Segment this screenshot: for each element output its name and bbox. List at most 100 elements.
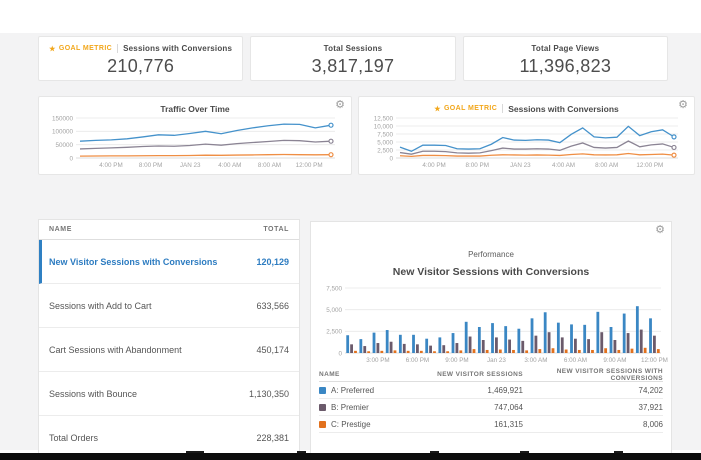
divider bbox=[502, 104, 504, 113]
svg-text:4:00 AM: 4:00 AM bbox=[218, 162, 241, 169]
svg-text:100000: 100000 bbox=[52, 129, 74, 136]
segment-name: A: Preferred bbox=[331, 385, 375, 395]
goal-metric-label: GOAL METRIC bbox=[443, 105, 498, 112]
kpi-value: 11,396,823 bbox=[519, 56, 612, 76]
metrics-table: NAME TOTAL New Visitor Sessions with Con… bbox=[38, 219, 300, 459]
star-icon: ★ bbox=[434, 105, 441, 113]
svg-text:0: 0 bbox=[69, 155, 73, 162]
window-edge-nub bbox=[614, 451, 623, 453]
traffic-over-time-chart: 150000 100000 50000 0 4:00 PM 8:00 PM JAN 23 4:… bbox=[52, 115, 335, 169]
svg-text:8:00 PM: 8:00 PM bbox=[465, 162, 488, 169]
svg-text:9:00 AM: 9:00 AM bbox=[603, 357, 626, 364]
goal-metric-label: GOAL METRIC bbox=[58, 45, 113, 52]
svg-text:0: 0 bbox=[338, 350, 342, 357]
kpi-card-sessions-with-conversions: ★ GOAL METRIC Sessions with Conversions … bbox=[38, 36, 244, 81]
window-edge-nub bbox=[520, 451, 529, 453]
metric-name: Total Orders bbox=[49, 433, 99, 443]
svg-text:4:00 AM: 4:00 AM bbox=[552, 162, 575, 169]
metrics-row-add-to-cart[interactable]: Sessions with Add to Cart 633,566 bbox=[39, 284, 299, 328]
series-color-swatch bbox=[319, 420, 326, 428]
svg-text:12:00 PM: 12:00 PM bbox=[636, 162, 663, 169]
svg-text:8:00 AM: 8:00 AM bbox=[258, 162, 281, 169]
svg-text:50000: 50000 bbox=[55, 142, 73, 149]
performance-bar-chart: 7,500 5,000 2,500 0 3:00 PM 6:00 PM 9:00 PM Jan… bbox=[326, 285, 668, 364]
dashboard-background: ★ GOAL METRIC Sessions with Conversions … bbox=[0, 33, 701, 459]
star-icon: ★ bbox=[49, 45, 56, 53]
segment-conversions: 37,921 bbox=[638, 402, 663, 412]
metrics-row-new-visitor-sessions[interactable]: New Visitor Sessions with Conversions 12… bbox=[39, 240, 299, 284]
svg-text:0: 0 bbox=[389, 155, 393, 162]
gear-icon[interactable]: ⚙ bbox=[335, 100, 345, 111]
window-edge-nub bbox=[297, 451, 306, 453]
svg-text:2,500: 2,500 bbox=[377, 147, 393, 154]
segment-name: C: Prestige bbox=[331, 419, 371, 429]
kpi-title: Total Page Views bbox=[531, 44, 600, 53]
chart-title: Sessions with Conversions bbox=[508, 103, 619, 114]
column-header-total: TOTAL bbox=[263, 226, 289, 233]
kpi-value: 3,817,197 bbox=[311, 56, 395, 76]
kpi-card-total-sessions: Total Sessions 3,817,197 bbox=[250, 36, 456, 81]
series-color-swatch bbox=[319, 386, 326, 394]
performance-row-preferred[interactable]: A: Preferred 1,469,921 74,202 bbox=[319, 382, 663, 399]
kpi-card-total-page-views: Total Page Views 11,396,823 bbox=[462, 36, 668, 81]
svg-text:8:00 AM: 8:00 AM bbox=[595, 162, 618, 169]
window-edge-nub bbox=[186, 451, 204, 453]
column-header-name: NAME bbox=[319, 371, 340, 378]
metrics-row-cart-abandonment[interactable]: Cart Sessions with Abandonment 450,174 bbox=[39, 328, 299, 372]
gear-icon[interactable]: ⚙ bbox=[655, 225, 665, 236]
chart-title: Traffic Over Time bbox=[160, 103, 230, 114]
svg-text:3:00 AM: 3:00 AM bbox=[524, 357, 547, 364]
performance-table: NAME NEW VISITOR SESSIONS NEW VISITOR SE… bbox=[319, 368, 663, 433]
svg-text:4:00 PM: 4:00 PM bbox=[99, 162, 122, 169]
svg-text:Jan 23: Jan 23 bbox=[487, 357, 506, 364]
svg-text:6:00 AM: 6:00 AM bbox=[564, 357, 587, 364]
series-color-swatch bbox=[319, 403, 326, 411]
svg-text:5,000: 5,000 bbox=[326, 307, 342, 314]
segment-name: B: Premier bbox=[331, 402, 369, 412]
goal-metric-chip: ★ GOAL METRIC bbox=[434, 105, 497, 113]
traffic-over-time-card: Traffic Over Time ⚙ 150000 100000 50000 0 4:… bbox=[38, 96, 352, 175]
segment-sessions: 161,315 bbox=[494, 419, 523, 429]
metrics-row-bounce[interactable]: Sessions with Bounce 1,130,350 bbox=[39, 372, 299, 416]
svg-text:4:00 PM: 4:00 PM bbox=[422, 162, 445, 169]
metric-name: New Visitor Sessions with Conversions bbox=[49, 256, 218, 267]
metric-name: Sessions with Bounce bbox=[49, 388, 138, 399]
kpi-label-row: ★ GOAL METRIC Sessions with Conversions bbox=[39, 44, 242, 53]
dashboard: ★ GOAL METRIC Sessions with Conversions … bbox=[0, 0, 701, 460]
svg-text:8:00 PM: 8:00 PM bbox=[139, 162, 162, 169]
svg-text:12:00 PM: 12:00 PM bbox=[641, 357, 668, 364]
svg-text:JAN 23: JAN 23 bbox=[180, 162, 201, 169]
svg-text:5,000: 5,000 bbox=[377, 139, 393, 146]
svg-text:2,500: 2,500 bbox=[326, 329, 342, 336]
gear-icon[interactable]: ⚙ bbox=[678, 100, 688, 111]
metric-name: Cart Sessions with Abandonment bbox=[49, 344, 182, 355]
goal-metric-chip: ★ GOAL METRIC bbox=[49, 45, 112, 53]
performance-table-header: NAME NEW VISITOR SESSIONS NEW VISITOR SE… bbox=[319, 368, 663, 382]
svg-text:10,000: 10,000 bbox=[374, 123, 394, 130]
svg-text:3:00 PM: 3:00 PM bbox=[366, 357, 389, 364]
svg-text:7,500: 7,500 bbox=[326, 285, 342, 292]
svg-text:7,500: 7,500 bbox=[377, 131, 393, 138]
metric-total: 228,381 bbox=[256, 433, 289, 443]
svg-text:12:00 PM: 12:00 PM bbox=[296, 162, 323, 169]
column-header-name: NAME bbox=[49, 226, 73, 233]
metric-total: 120,129 bbox=[256, 256, 289, 267]
svg-text:9:00 PM: 9:00 PM bbox=[445, 357, 468, 364]
segment-conversions: 8,006 bbox=[642, 419, 663, 429]
divider bbox=[117, 44, 119, 53]
column-header-conversions: NEW VISITOR SESSIONS WITH CONVERSIONS bbox=[556, 367, 663, 382]
segment-sessions: 1,469,921 bbox=[487, 385, 523, 395]
bottom-window-edge bbox=[0, 451, 701, 460]
metrics-table-header: NAME TOTAL bbox=[39, 220, 299, 240]
sessions-with-conversions-chart: 12,50010,0007,5005,0002,5000 4:00 PM 8:00 … bbox=[374, 115, 678, 169]
panel-title: New Visitor Sessions with Conversions bbox=[392, 266, 590, 278]
svg-text:12,500: 12,500 bbox=[374, 115, 394, 122]
metric-name: Sessions with Add to Cart bbox=[49, 300, 152, 311]
kpi-card-row: ★ GOAL METRIC Sessions with Conversions … bbox=[38, 36, 668, 81]
metric-total: 633,566 bbox=[256, 300, 289, 311]
window-edge-nub bbox=[430, 451, 439, 453]
performance-row-premier[interactable]: B: Premier 747,064 37,921 bbox=[319, 399, 663, 416]
svg-text:JAN 23: JAN 23 bbox=[510, 162, 531, 169]
performance-row-prestige[interactable]: C: Prestige 161,315 8,006 bbox=[319, 416, 663, 433]
kpi-value: 210,776 bbox=[107, 56, 175, 76]
